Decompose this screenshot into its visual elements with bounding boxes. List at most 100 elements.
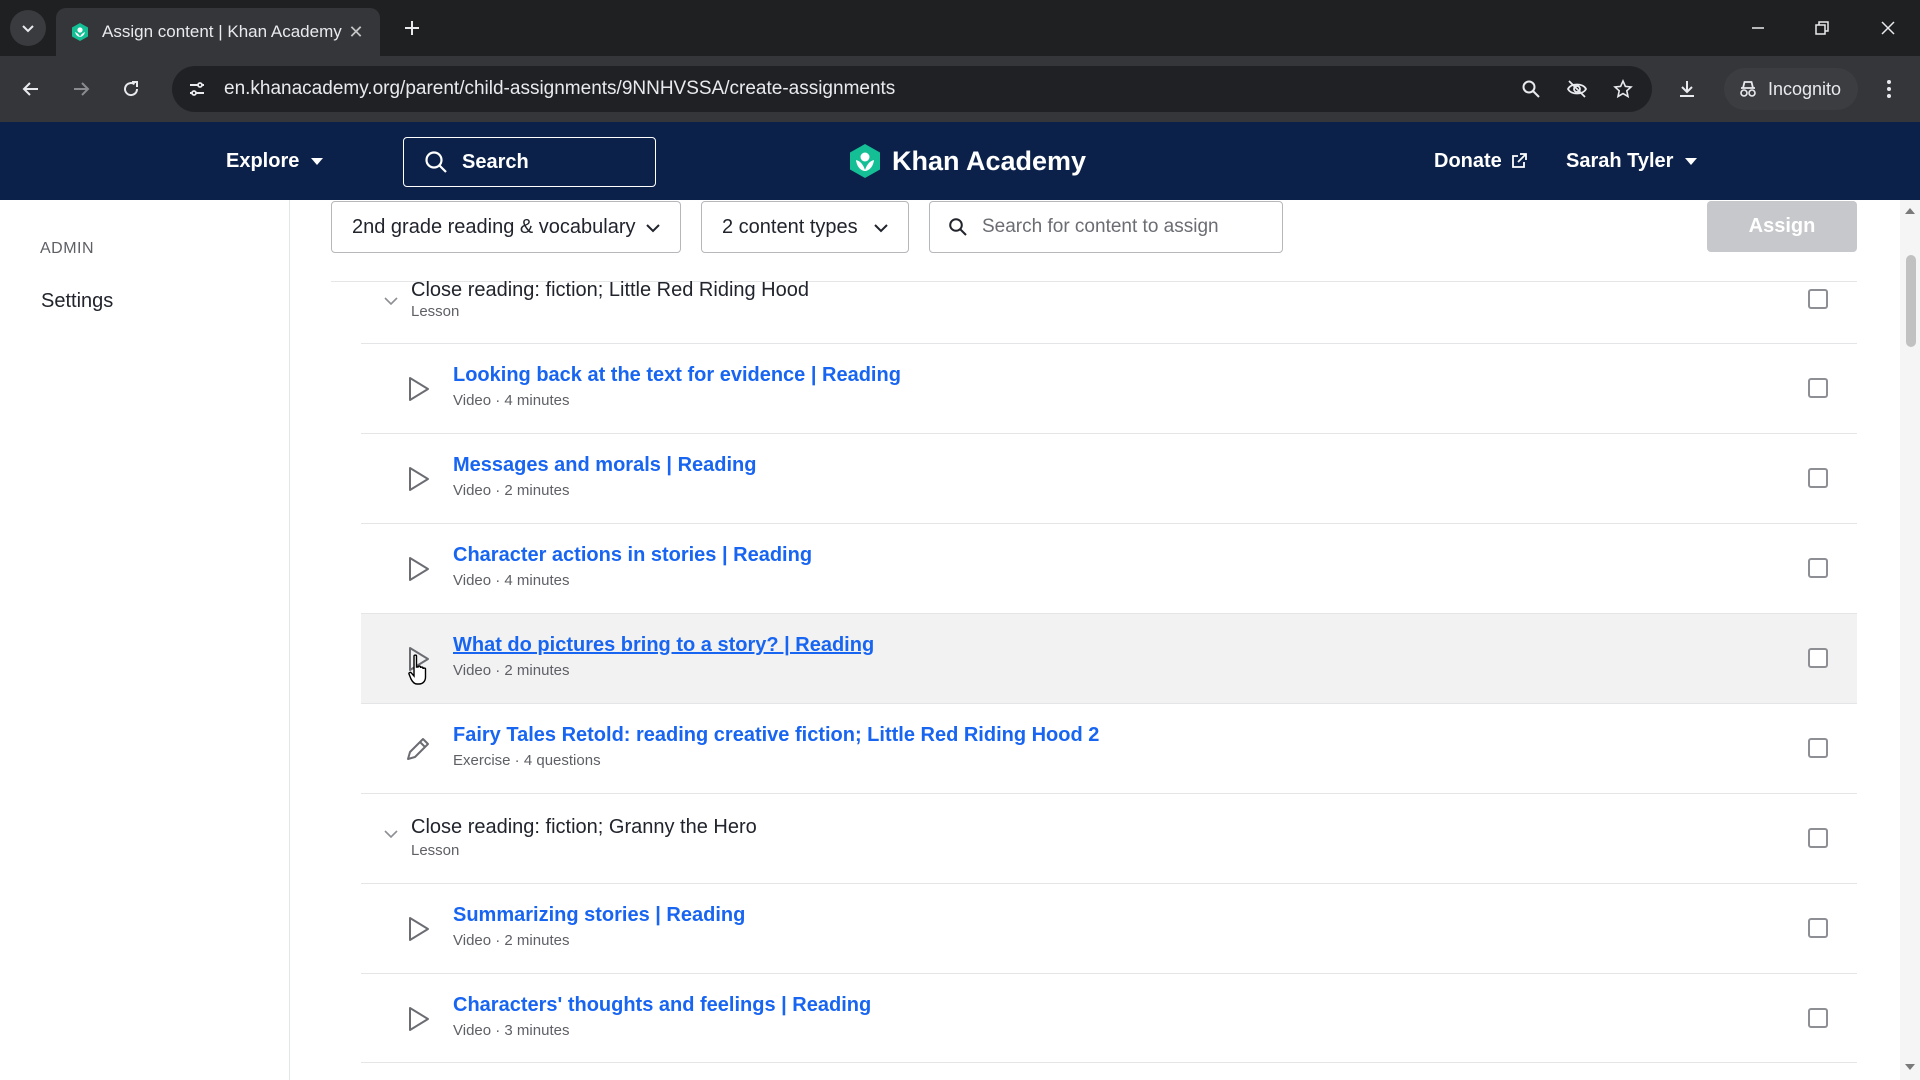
list-item[interactable]: Summarizing stories | Reading Video · 2 …	[361, 883, 1857, 973]
item-checkbox[interactable]	[1808, 648, 1828, 668]
star-icon[interactable]	[1606, 72, 1640, 106]
list-item[interactable]: Characters' thoughts and feelings | Read…	[361, 973, 1857, 1063]
explore-menu[interactable]: Explore	[226, 122, 324, 200]
minimize-button[interactable]	[1742, 12, 1774, 44]
back-button[interactable]	[14, 72, 48, 106]
chevron-down-icon[interactable]	[383, 826, 399, 842]
content-types-value: 2 content types	[722, 215, 858, 238]
external-link-icon	[1511, 153, 1527, 168]
item-meta: Video · 4 minutes	[453, 572, 570, 589]
close-window-button[interactable]	[1872, 12, 1904, 44]
tab-search-button[interactable]	[10, 10, 46, 46]
lesson-title: Close reading: fiction; Little Red Ridin…	[411, 279, 809, 301]
content-types-dropdown[interactable]: 2 content types	[701, 201, 909, 253]
item-title[interactable]: Fairy Tales Retold: reading creative fic…	[453, 724, 1099, 747]
close-icon[interactable]: ✕	[346, 22, 366, 42]
browser-toolbar: en.khanacademy.org/parent/child-assignme…	[0, 56, 1920, 122]
item-title[interactable]: Summarizing stories | Reading	[453, 904, 745, 927]
site-search-button[interactable]: Search	[403, 137, 656, 187]
play-icon	[409, 557, 429, 581]
reload-icon	[124, 81, 139, 97]
item-checkbox[interactable]	[1808, 738, 1828, 758]
item-checkbox[interactable]	[1808, 558, 1828, 578]
new-tab-button[interactable]	[398, 14, 426, 42]
user-name: Sarah Tyler	[1566, 149, 1674, 172]
site-info-icon[interactable]	[180, 72, 214, 106]
forward-button[interactable]	[64, 72, 98, 106]
arrow-right-icon	[74, 82, 90, 96]
list-item[interactable]: Character actions in stories | Reading V…	[361, 523, 1857, 613]
chevron-down-icon	[874, 224, 888, 233]
search-icon	[949, 218, 967, 236]
pencil-icon	[407, 738, 429, 760]
item-checkbox[interactable]	[1808, 468, 1828, 488]
play-icon	[409, 377, 429, 401]
list-item[interactable]: Looking back at the text for evidence | …	[361, 343, 1857, 433]
chevron-down-icon	[646, 224, 660, 233]
zoom-icon[interactable]	[1514, 72, 1548, 106]
lesson-checkbox[interactable]	[1808, 289, 1828, 309]
reload-button[interactable]	[114, 72, 148, 106]
more-menu-icon[interactable]	[1872, 72, 1906, 106]
item-title[interactable]: Character actions in stories | Reading	[453, 544, 812, 567]
donate-link[interactable]: Donate	[1434, 122, 1528, 200]
list-item[interactable]: Messages and morals | Reading Video · 2 …	[361, 433, 1857, 523]
content-search-input[interactable]: Search for content to assign	[929, 201, 1283, 253]
item-title[interactable]: Characters' thoughts and feelings | Read…	[453, 994, 871, 1017]
incognito-icon	[1740, 81, 1756, 97]
khan-academy-favicon-icon	[72, 23, 88, 41]
search-icon	[425, 151, 447, 173]
eye-off-icon[interactable]	[1560, 72, 1594, 106]
course-dropdown[interactable]: 2nd grade reading & vocabulary	[331, 201, 681, 253]
chevron-down-icon[interactable]	[383, 293, 399, 309]
restore-icon	[1815, 21, 1829, 35]
item-checkbox[interactable]	[1808, 918, 1828, 938]
item-title[interactable]: Looking back at the text for evidence | …	[453, 364, 901, 387]
item-meta: Video · 4 minutes	[453, 392, 570, 409]
sidebar-section-label: ADMIN	[40, 240, 95, 257]
scroll-up-icon[interactable]	[1905, 208, 1915, 214]
user-menu[interactable]: Sarah Tyler	[1566, 122, 1698, 200]
khan-academy-logo[interactable]: Khan Academy	[848, 122, 1086, 200]
lesson-title: Close reading: fiction; Granny the Hero	[411, 816, 757, 838]
assign-button[interactable]: Assign	[1707, 201, 1857, 252]
play-icon	[409, 917, 429, 941]
arrow-left-icon	[22, 82, 38, 96]
tab-title: Assign content | Khan Academy	[102, 22, 342, 41]
brand-name: Khan Academy	[892, 145, 1087, 176]
address-bar[interactable]: en.khanacademy.org/parent/child-assignme…	[172, 66, 1652, 112]
list-item[interactable]: Fairy Tales Retold: reading creative fic…	[361, 703, 1857, 793]
list-item[interactable]: What do pictures bring to a story? | Rea…	[361, 613, 1857, 703]
item-checkbox[interactable]	[1808, 1008, 1828, 1028]
caret-down-icon	[1685, 157, 1698, 165]
item-checkbox[interactable]	[1808, 378, 1828, 398]
sidebar-item-settings[interactable]: Settings	[41, 290, 113, 313]
item-title[interactable]: What do pictures bring to a story? | Rea…	[453, 634, 874, 657]
incognito-indicator[interactable]: Incognito	[1724, 68, 1858, 110]
minimize-icon	[1752, 27, 1764, 29]
page-scrollbar[interactable]	[1900, 200, 1920, 1080]
restore-button[interactable]	[1806, 12, 1838, 44]
sidebar: ADMIN Settings	[0, 200, 290, 1080]
scroll-down-icon[interactable]	[1905, 1064, 1915, 1070]
site-header: Explore Search Khan Academy Donate Sarah…	[0, 122, 1920, 200]
play-icon	[409, 467, 429, 491]
course-dropdown-value: 2nd grade reading & vocabulary	[352, 215, 636, 238]
download-icon[interactable]	[1670, 72, 1704, 106]
search-label: Search	[462, 150, 529, 173]
play-icon	[409, 1007, 429, 1031]
browser-tab-bar: Assign content | Khan Academy ✕	[0, 0, 1920, 56]
scrollbar-thumb[interactable]	[1906, 255, 1916, 347]
item-meta: Video · 2 minutes	[453, 482, 570, 499]
lesson-row[interactable]: Close reading: fiction; Little Red Ridin…	[331, 279, 1857, 347]
incognito-label: Incognito	[1768, 78, 1842, 99]
item-meta: Exercise · 4 questions	[453, 752, 601, 769]
lesson-checkbox[interactable]	[1808, 828, 1828, 848]
item-title[interactable]: Messages and morals | Reading	[453, 454, 756, 477]
lesson-row[interactable]: Close reading: fiction; Granny the Hero …	[361, 793, 1857, 859]
chevron-down-icon	[22, 25, 34, 33]
close-icon	[1881, 21, 1895, 35]
url-text[interactable]: en.khanacademy.org/parent/child-assignme…	[224, 78, 1514, 100]
browser-tab-active[interactable]: Assign content | Khan Academy ✕	[56, 8, 380, 56]
content-search-placeholder: Search for content to assign	[982, 216, 1219, 237]
